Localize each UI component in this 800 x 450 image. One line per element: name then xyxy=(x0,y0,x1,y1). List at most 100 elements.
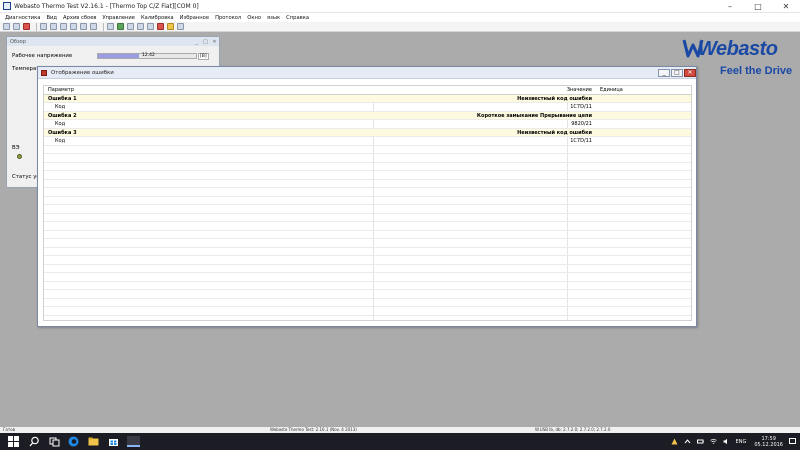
code-row[interactable]: Код 1C7D/11 xyxy=(44,137,691,146)
column-header-value[interactable]: Значение xyxy=(567,86,592,94)
error-window-close-button[interactable]: ✕ xyxy=(684,68,696,77)
store-icon[interactable] xyxy=(108,436,119,447)
heater-on-icon[interactable] xyxy=(117,23,124,30)
menu-protocol[interactable]: Протокол xyxy=(215,15,241,21)
menu-control[interactable]: Управление xyxy=(102,15,135,21)
battery-icon[interactable] xyxy=(696,438,704,445)
toolbar xyxy=(0,22,800,32)
error-row[interactable]: Ошибка 3 Неизвестный код ошибки xyxy=(44,128,691,137)
row-value: 1C7D/11 xyxy=(570,104,592,110)
voltage-value: 12.42 xyxy=(142,53,155,58)
empty-row xyxy=(44,171,691,180)
error-row[interactable]: Ошибка 2 Короткое замыкание Прерывание це… xyxy=(44,111,691,120)
row-param: Ошибка 3 xyxy=(48,129,77,136)
delete-fault-icon[interactable] xyxy=(80,23,87,30)
voltage-unit: [B] xyxy=(198,53,209,60)
menu-language[interactable]: язык xyxy=(267,15,280,21)
column-header-unit[interactable]: Единица xyxy=(600,86,623,94)
temperature-label: Температ xyxy=(12,66,40,72)
overview-title-bar[interactable]: Обзор _ □ ✕ xyxy=(7,37,219,46)
overview-close-button[interactable]: ✕ xyxy=(210,39,219,45)
menu-calibration[interactable]: Калибровка xyxy=(141,15,174,21)
file-explorer-icon[interactable] xyxy=(88,436,99,447)
volume-icon[interactable] xyxy=(723,438,730,445)
pump-icon[interactable] xyxy=(137,23,144,30)
chart-icon[interactable] xyxy=(60,23,67,30)
vent-icon[interactable] xyxy=(127,23,134,30)
app-icon xyxy=(3,2,11,10)
error-window-title: Отображение ошибки xyxy=(51,69,114,76)
menu-bar: Диагностика Вид Архив сбоев Управление К… xyxy=(0,13,800,22)
logo-tagline: Feel the Drive xyxy=(720,65,793,77)
fault-icon[interactable] xyxy=(70,23,77,30)
clock-date: 05.12.2016 xyxy=(754,441,783,448)
empty-row xyxy=(44,239,691,248)
connect-icon[interactable] xyxy=(3,23,10,30)
empty-row xyxy=(44,273,691,282)
error-window-maximize-button[interactable]: □ xyxy=(671,68,683,77)
error-row[interactable]: Ошибка 1 Неизвестный код ошибки xyxy=(44,94,691,103)
notification-icon[interactable] xyxy=(789,438,796,445)
toolbar-separator xyxy=(36,22,37,31)
overview-maximize-button[interactable]: □ xyxy=(201,39,210,45)
language-indicator[interactable]: ENG xyxy=(736,439,747,445)
chevron-up-icon[interactable] xyxy=(684,438,691,445)
pointer-icon[interactable] xyxy=(107,23,114,30)
windows-start-icon[interactable] xyxy=(8,436,19,447)
error-window-title-bar[interactable]: Отображение ошибки _ □ ✕ xyxy=(38,67,696,79)
empty-row xyxy=(44,265,691,273)
clock[interactable]: 17:59 05.12.2016 xyxy=(754,436,783,448)
status-led-icon xyxy=(17,154,22,159)
empty-row xyxy=(44,197,691,205)
empty-row xyxy=(44,290,691,299)
logo-wordmark: Webasto xyxy=(698,38,778,60)
minimize-button[interactable]: – xyxy=(716,0,744,13)
task-view-icon[interactable] xyxy=(49,436,60,447)
network-icon[interactable] xyxy=(709,438,717,445)
empty-row xyxy=(44,299,691,307)
help-icon[interactable] xyxy=(177,23,184,30)
menu-fault-archive[interactable]: Архив сбоев xyxy=(63,15,96,21)
system-tray: ENG 17:59 05.12.2016 xyxy=(665,433,796,450)
search-icon[interactable] xyxy=(29,436,40,447)
heater-off-icon[interactable] xyxy=(157,23,164,30)
menu-favorites[interactable]: Избранное xyxy=(180,15,209,21)
close-button[interactable]: ✕ xyxy=(772,0,800,13)
stop-icon[interactable] xyxy=(23,23,30,30)
menu-view[interactable]: Вид xyxy=(46,15,57,21)
error-display-window[interactable]: Отображение ошибки _ □ ✕ Параметр Значен… xyxy=(37,66,697,327)
menu-window[interactable]: Окно xyxy=(247,15,261,21)
row-value: 9820/21 xyxy=(571,121,592,127)
checklist-icon[interactable] xyxy=(90,23,97,30)
maximize-button[interactable]: □ xyxy=(744,0,772,13)
status-interface: W.USB lb, db: 2.7.2.0; 2.7.2.0; 2.7.2.0 xyxy=(535,427,611,432)
window-title: Webasto Thermo Test V2.16.1 - [Thermo To… xyxy=(14,2,199,10)
open-icon[interactable] xyxy=(13,23,20,30)
monitor-icon[interactable] xyxy=(50,23,57,30)
row-value: Неизвестный код ошибки xyxy=(517,95,592,102)
toolbar-separator xyxy=(103,22,104,31)
overview-minimize-button[interactable]: _ xyxy=(192,39,201,45)
empty-row xyxy=(44,163,691,171)
code-row[interactable]: Код 9820/21 xyxy=(44,120,691,129)
column-header-param[interactable]: Параметр xyxy=(48,86,74,94)
menu-diagnostics[interactable]: Диагностика xyxy=(5,15,40,21)
row-param: Ошибка 2 xyxy=(48,112,77,119)
overview-icon[interactable] xyxy=(40,23,47,30)
empty-row xyxy=(44,256,691,265)
bulb-icon[interactable] xyxy=(167,23,174,30)
empty-row xyxy=(44,214,691,222)
title-bar: Webasto Thermo Test V2.16.1 - [Thermo To… xyxy=(0,0,800,13)
empty-row xyxy=(44,154,691,163)
edge-browser-icon[interactable] xyxy=(68,436,79,447)
webasto-logo: Webasto Feel the Drive xyxy=(680,33,800,78)
warning-tray-icon[interactable] xyxy=(671,438,678,445)
code-row[interactable]: Код 1C7D/11 xyxy=(44,103,691,112)
menu-help[interactable]: Справка xyxy=(286,15,309,21)
table-header: Параметр Значение Единица xyxy=(44,86,691,95)
led-label: ВЭ xyxy=(12,145,20,151)
fan-icon[interactable] xyxy=(147,23,154,30)
webasto-taskbar-app[interactable] xyxy=(127,436,140,447)
error-window-minimize-button[interactable]: _ xyxy=(658,68,670,77)
overview-title: Обзор xyxy=(10,38,26,45)
